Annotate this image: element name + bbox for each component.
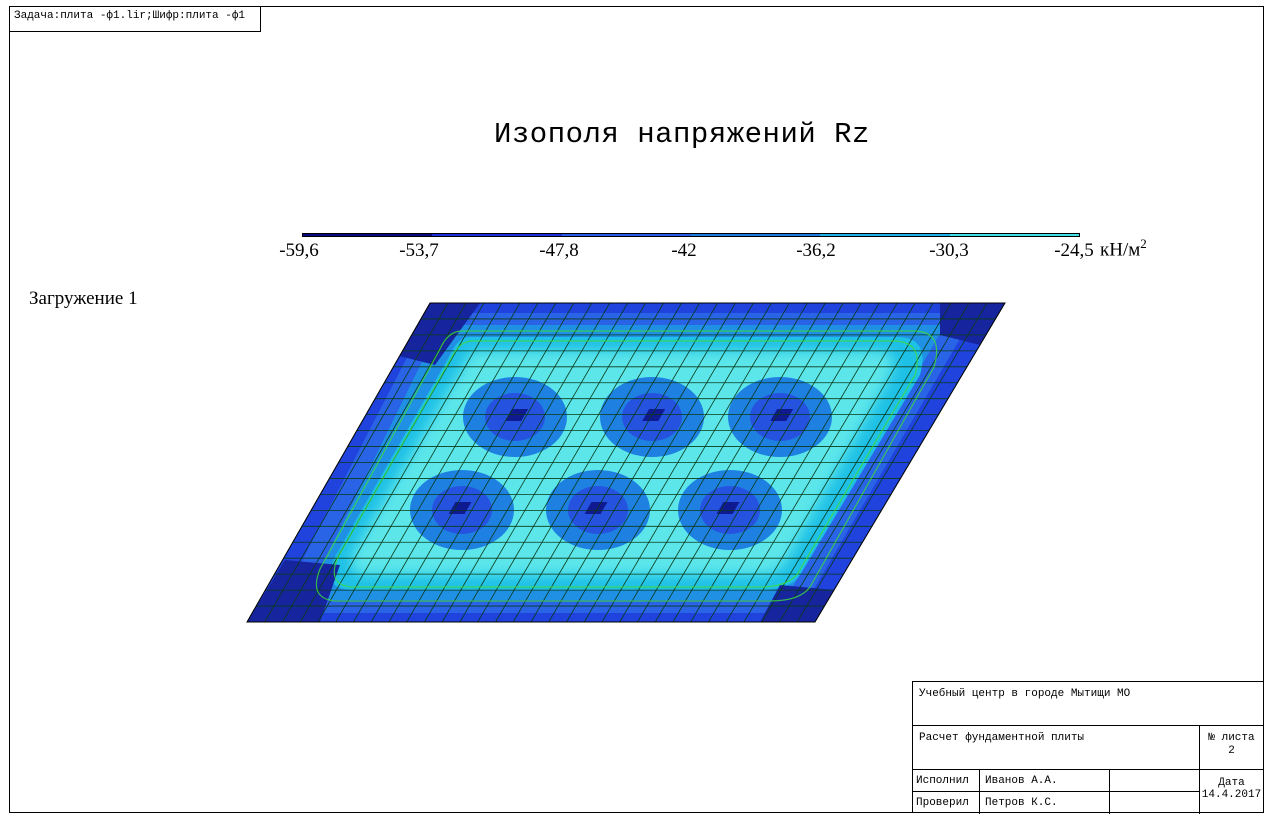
load-case-label: Загружение 1 [29, 288, 138, 309]
organization-name: Учебный центр в городе Мытищи МО [919, 688, 1131, 700]
legend-tick-label: -53,7 [399, 240, 439, 261]
legend-tick-label: -47,8 [539, 240, 579, 261]
checked-by-label: Проверил [916, 797, 969, 809]
finite-element-mesh [247, 303, 1005, 622]
legend-tick-label: -59,6 [279, 240, 319, 261]
unit-text: кН/м [1100, 239, 1141, 261]
legend-band-5 [820, 234, 950, 236]
legend-band-6 [949, 234, 1079, 236]
legend-tick-label: -36,2 [796, 240, 836, 261]
legend-unit: кН/м2 [1100, 236, 1147, 261]
legend-tick-label: -30,3 [929, 240, 969, 261]
legend-band-4 [690, 234, 821, 236]
color-legend-bar [302, 233, 1080, 237]
legend-band-2 [432, 234, 562, 236]
performed-by-name: Иванов А.А. [985, 775, 1058, 787]
date-value: 14.4.2017 [1201, 789, 1262, 801]
unit-power: 2 [1140, 236, 1147, 251]
title-block: Учебный центр в городе Мытищи МО Расчет … [912, 681, 1264, 814]
sheet-number: 2 [1228, 745, 1235, 757]
legend-tick-label: -24,5 [1054, 240, 1094, 261]
legend-band-1 [303, 234, 433, 236]
plot-title: Изополя напряжений Rz [494, 118, 870, 151]
legend-band-3 [561, 234, 691, 236]
performed-by-label: Исполнил [916, 775, 969, 787]
plate-fill [247, 303, 1005, 622]
legend-tick-label: -42 [671, 240, 697, 261]
task-label: Задача:плита -ф1.lir;Шифр:плита -ф1 [9, 6, 261, 32]
stress-isofield-plate [246, 302, 1006, 623]
checked-by-name: Петров К.С. [985, 797, 1058, 809]
sheet-number-label: № листа [1208, 732, 1255, 744]
project-name: Расчет фундаментной плиты [919, 732, 1085, 744]
